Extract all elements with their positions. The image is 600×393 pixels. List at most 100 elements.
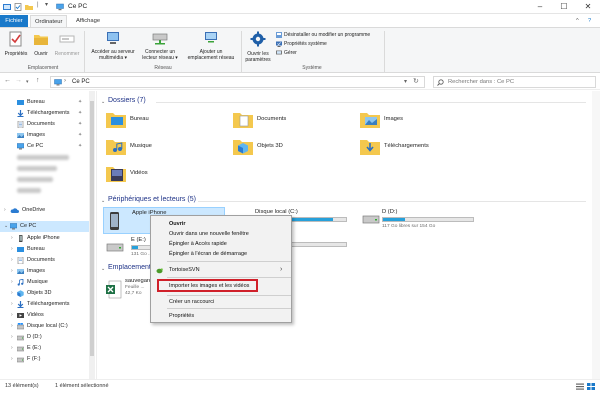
refresh-icon[interactable]: ↻ [413, 77, 419, 85]
sidebar-item-downloads[interactable]: Téléchargements ✦ [0, 108, 95, 119]
folder-videos[interactable]: Vidéos [106, 165, 216, 187]
folder-pictures[interactable]: Images [360, 111, 470, 133]
devices-section-header[interactable]: Périphériques et lecteurs (5) [108, 196, 196, 203]
details-view-icon[interactable] [576, 383, 584, 390]
menu-item-properties[interactable]: Propriétés [152, 311, 290, 321]
expand-chevron-icon[interactable]: › [11, 233, 13, 244]
sidebar-item-downloads-pc[interactable]: › Téléchargements [0, 299, 95, 310]
expand-chevron-icon[interactable]: › [11, 310, 13, 321]
maximize-button[interactable]: ☐ [552, 0, 576, 14]
expand-chevron-icon[interactable]: › [11, 244, 13, 255]
expand-chevron-icon[interactable]: › [11, 277, 13, 288]
folder-documents[interactable]: Documents [233, 111, 343, 133]
map-network-drive-button[interactable]: Connecter un lecteur réseau ▾ [140, 31, 180, 61]
expand-chevron-icon[interactable]: › [11, 299, 13, 310]
sidebar-item-drive-d[interactable]: › D (D:) [0, 332, 95, 343]
sidebar-item-desktop-pc[interactable]: › Bureau [0, 244, 95, 255]
open-settings-button[interactable]: Ouvrir les paramètres [242, 31, 274, 63]
expand-chevron-icon[interactable]: › [11, 332, 13, 343]
sidebar-item-this-pc-quick[interactable]: Ce PC ✦ [0, 141, 95, 152]
device-drive-d[interactable]: D (D:) 117 Go libres sur 154 Go [362, 209, 482, 234]
sidebar-item-desktop[interactable]: Bureau ✦ [0, 97, 95, 108]
rename-button[interactable]: Renommer [53, 31, 81, 57]
open-button[interactable]: Ouvrir [30, 31, 52, 57]
sidebar-item-blurred[interactable] [0, 152, 95, 163]
sidebar-item-onedrive[interactable]: › OneDrive [0, 205, 95, 216]
tab-computer[interactable]: Ordinateur [30, 15, 68, 27]
ribbon-separator [384, 31, 385, 72]
sidebar-item-local-disk-c[interactable]: › Disque local (C:) [0, 321, 95, 332]
expand-chevron-icon[interactable]: › [11, 343, 13, 354]
close-button[interactable]: ✕ [576, 0, 600, 14]
add-network-location-button[interactable]: Ajouter un emplacement réseau [182, 31, 240, 61]
section-collapse-icon[interactable]: ⌄ [101, 266, 105, 272]
back-arrow-icon[interactable]: ← [4, 77, 11, 84]
qa-dropdown-icon[interactable]: ▾ [45, 1, 53, 9]
expand-chevron-icon[interactable]: › [11, 288, 13, 299]
address-bar: ← → ▾ ↑ › Ce PC ▾ ↻ Rechercher dans : Ce… [0, 74, 600, 90]
sidebar-item-drive-f[interactable]: › F (F:) [0, 354, 95, 365]
sidebar-item-blurred[interactable] [0, 163, 95, 174]
sidebar-item-this-pc[interactable]: ⌄ Ce PC [0, 221, 95, 232]
forward-arrow-icon[interactable]: → [15, 77, 22, 84]
sidebar-item-documents[interactable]: Documents ✦ [0, 119, 95, 130]
folder-desktop[interactable]: Bureau [106, 111, 216, 133]
ribbon-collapse-icon[interactable]: ^ [572, 15, 583, 27]
expand-chevron-icon[interactable]: › [11, 255, 13, 266]
content-scrollbar[interactable] [592, 91, 600, 379]
sidebar-item-blurred[interactable] [0, 185, 95, 196]
large-icons-view-icon[interactable] [587, 383, 595, 390]
manage-button[interactable]: Gérer [276, 49, 297, 57]
folders-section-header[interactable]: Dossiers (7) [108, 97, 146, 104]
sidebar-item-pictures-pc[interactable]: › Images [0, 266, 95, 277]
up-arrow-icon[interactable]: ↑ [36, 77, 40, 84]
properties-button[interactable]: Propriétés [4, 31, 28, 57]
folder-downloads[interactable]: Téléchargements [360, 138, 480, 160]
sidebar-item-3d-objects[interactable]: › Objets 3D [0, 288, 95, 299]
manage-icon [276, 50, 282, 55]
sidebar-item-music[interactable]: › Musique [0, 277, 95, 288]
address-dropdown-icon[interactable]: ▾ [404, 78, 407, 85]
sidebar-scroll-thumb[interactable] [90, 101, 94, 356]
menu-item-open-new-window[interactable]: Ouvrir dans une nouvelle fenêtre [152, 229, 290, 239]
expand-chevron-icon[interactable]: › [11, 266, 13, 277]
section-collapse-icon[interactable]: ⌄ [101, 99, 105, 105]
menu-item-pin-start[interactable]: Épingler à l'écran de démarrage [152, 249, 290, 259]
menu-item-open[interactable]: Ouvrir [152, 219, 290, 229]
media-server-button[interactable]: Accéder au serveur multimédia ▾ [86, 31, 140, 61]
menu-item-create-shortcut[interactable]: Créer un raccourci [152, 297, 290, 307]
sidebar-item-apple-iphone[interactable]: › Apple iPhone [0, 233, 95, 244]
breadcrumb-current[interactable]: Ce PC [72, 79, 90, 85]
section-collapse-icon[interactable]: ⌄ [101, 198, 105, 204]
folder-3d-objects[interactable]: Objets 3D [233, 138, 343, 160]
context-menu: Ouvrir Ouvrir dans une nouvelle fenêtre … [150, 215, 292, 323]
sidebar-item-videos[interactable]: › Vidéos [0, 310, 95, 321]
breadcrumb-chevron-icon[interactable]: › [64, 78, 66, 84]
pin-icon: ✦ [78, 121, 83, 127]
recent-dropdown-icon[interactable]: ▾ [26, 79, 29, 85]
uninstall-program-button[interactable]: Désinstaller ou modifier un programme [276, 31, 370, 39]
help-icon[interactable]: ? [584, 15, 595, 27]
minimize-button[interactable]: – [528, 0, 552, 14]
menu-item-tortoisesvn[interactable]: TortoiseSVN › [152, 265, 290, 275]
new-folder-qa-icon[interactable] [25, 3, 33, 11]
sidebar-item-blurred[interactable] [0, 174, 95, 185]
folder-music[interactable]: Musique [106, 138, 216, 160]
properties-qa-icon[interactable] [14, 3, 22, 11]
address-field[interactable]: › Ce PC ▾ ↻ [50, 76, 425, 88]
expand-chevron-icon[interactable]: › [4, 205, 6, 216]
network-item-sauvegarde[interactable]: sauvegarde Feuille ... 42,7 Ko [103, 278, 155, 308]
sidebar-item-documents-pc[interactable]: › Documents [0, 255, 95, 266]
expand-chevron-icon[interactable]: › [11, 354, 13, 365]
sidebar-item-pictures[interactable]: Images ✦ [0, 130, 95, 141]
menu-item-pin-quick-access[interactable]: Épingler à Accès rapide [152, 239, 290, 249]
sidebar-item-label: Documents [27, 257, 55, 263]
expand-chevron-icon[interactable]: › [11, 321, 13, 332]
sidebar-item-drive-e[interactable]: › E (E:) [0, 343, 95, 354]
tab-file[interactable]: Fichier [0, 15, 28, 27]
system-properties-button[interactable]: Propriétés système [276, 40, 327, 48]
collapse-chevron-icon[interactable]: ⌄ [4, 221, 8, 232]
search-input[interactable]: Rechercher dans : Ce PC [433, 76, 596, 88]
tab-view[interactable]: Affichage [72, 15, 104, 27]
network-section-header[interactable]: Emplacements réseau [108, 264, 150, 271]
